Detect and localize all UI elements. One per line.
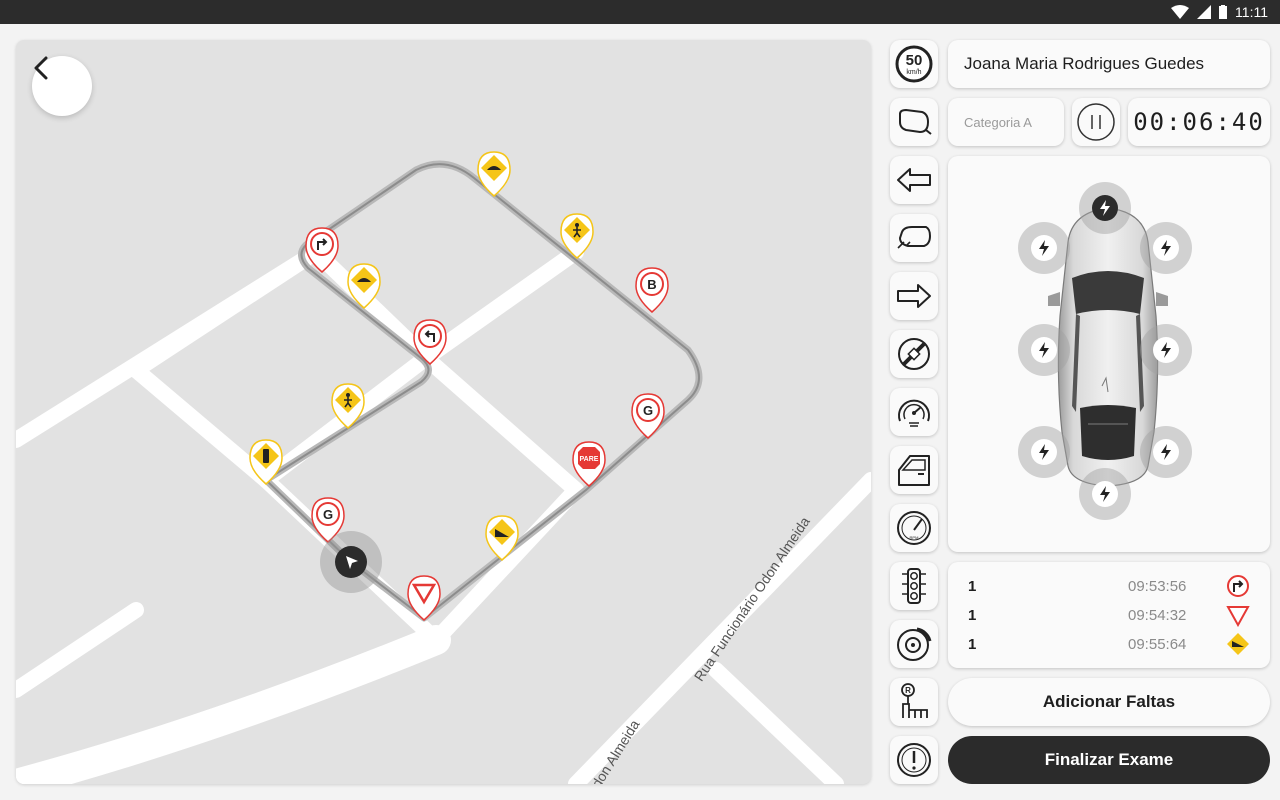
lightning-icon <box>1039 240 1049 256</box>
current-location-marker <box>320 531 382 593</box>
arrow-left-icon <box>897 168 931 192</box>
log-time: 09:55:64 <box>1128 636 1187 653</box>
sensor-rear[interactable] <box>1079 468 1131 520</box>
status-bar: 11:11 <box>0 0 1280 24</box>
log-count: 1 <box>968 636 977 653</box>
svg-text:G: G <box>643 403 653 418</box>
speedometer-icon: RPM <box>897 511 931 545</box>
svg-text:PARE: PARE <box>580 456 599 463</box>
yield-sign-icon <box>1226 606 1250 627</box>
svg-text:50: 50 <box>906 52 923 69</box>
exam-category: Categoria A <box>948 98 1064 146</box>
speedometer-button[interactable]: RPM <box>890 504 938 552</box>
pin-g-right[interactable]: G <box>631 393 665 439</box>
lightning-icon <box>1161 444 1171 460</box>
gear-shift-icon: R <box>901 683 928 718</box>
seatbelt-button[interactable] <box>890 330 938 378</box>
warning-icon <box>897 743 931 777</box>
traffic-light-icon <box>902 568 926 604</box>
lightning-icon <box>1039 342 1049 358</box>
log-row[interactable]: 1 09:53:56 <box>948 572 1270 600</box>
sensor-mid-right[interactable] <box>1140 324 1192 376</box>
lightning-icon <box>1161 240 1171 256</box>
lightning-icon <box>1100 200 1110 216</box>
seatbelt-icon <box>898 338 930 370</box>
mirror-icon <box>899 108 932 135</box>
infraction-log: 1 09:53:56 1 09:54:32 1 09:55:64 <box>948 562 1270 668</box>
svg-text:RPM: RPM <box>910 535 919 540</box>
lightning-icon <box>1039 444 1049 460</box>
gear-shift-button[interactable]: R <box>890 678 938 726</box>
signal-icon <box>1197 5 1212 19</box>
map-canvas: B G G PARE <box>16 151 871 784</box>
finish-exam-button[interactable]: Finalizar Exame <box>948 736 1270 784</box>
wifi-icon <box>1171 5 1190 19</box>
pause-icon <box>1077 103 1115 141</box>
dashboard-button[interactable] <box>890 388 938 436</box>
add-infractions-button[interactable]: Adicionar Faltas <box>948 678 1270 726</box>
log-row[interactable]: 1 09:54:32 <box>948 601 1270 629</box>
mirror-button[interactable] <box>890 98 938 146</box>
status-time: 11:11 <box>1235 4 1268 20</box>
pin-b[interactable]: B <box>635 267 669 313</box>
log-count: 1 <box>968 607 977 624</box>
brake-icon <box>897 627 932 661</box>
exam-timer: 00:06:40 <box>1128 98 1270 146</box>
sensor-front-right[interactable] <box>1140 222 1192 274</box>
pause-button[interactable] <box>1072 98 1120 146</box>
sensor-front-left[interactable] <box>1018 222 1070 274</box>
route-map[interactable]: B G G PARE Rua Funcionário Odon Almeida … <box>16 40 871 784</box>
sensor-rear-left[interactable] <box>1018 426 1070 478</box>
svg-text:R: R <box>905 686 911 695</box>
svg-text:km/h: km/h <box>906 69 921 76</box>
sensor-front[interactable] <box>1079 182 1131 234</box>
battery-icon <box>1219 5 1228 19</box>
door-icon <box>898 455 930 486</box>
vehicle-sensors-panel <box>948 156 1270 552</box>
candidate-name: Joana Maria Rodrigues Guedes <box>948 40 1270 88</box>
lightning-icon <box>1161 342 1171 358</box>
dashboard-icon <box>898 399 930 427</box>
log-count: 1 <box>968 578 977 595</box>
sensor-mid-left[interactable] <box>1018 324 1070 376</box>
turn-right-sign-icon <box>1227 575 1249 597</box>
log-time: 09:54:32 <box>1128 607 1187 624</box>
log-time: 09:53:56 <box>1128 578 1187 595</box>
svg-text:B: B <box>647 277 656 292</box>
brake-button[interactable] <box>890 620 938 668</box>
speed-limit-icon: 50 km/h <box>895 45 933 83</box>
speed-limit-button[interactable]: 50 km/h <box>890 40 938 88</box>
sensor-rear-right[interactable] <box>1140 426 1192 478</box>
back-button[interactable] <box>32 56 92 116</box>
arrow-right-icon <box>897 284 931 308</box>
speed-bump-sign-icon <box>1227 633 1249 655</box>
warning-button[interactable] <box>890 736 938 784</box>
chevron-left-icon <box>34 56 48 80</box>
log-row[interactable]: 1 09:55:64 <box>948 630 1270 658</box>
lightning-icon <box>1100 486 1110 502</box>
turn-right-button[interactable] <box>890 272 938 320</box>
side-mirror-icon <box>897 226 932 249</box>
door-button[interactable] <box>890 446 938 494</box>
svg-text:G: G <box>323 507 333 522</box>
side-mirror-button[interactable] <box>890 214 938 262</box>
traffic-light-button[interactable] <box>890 562 938 610</box>
turn-left-button[interactable] <box>890 156 938 204</box>
